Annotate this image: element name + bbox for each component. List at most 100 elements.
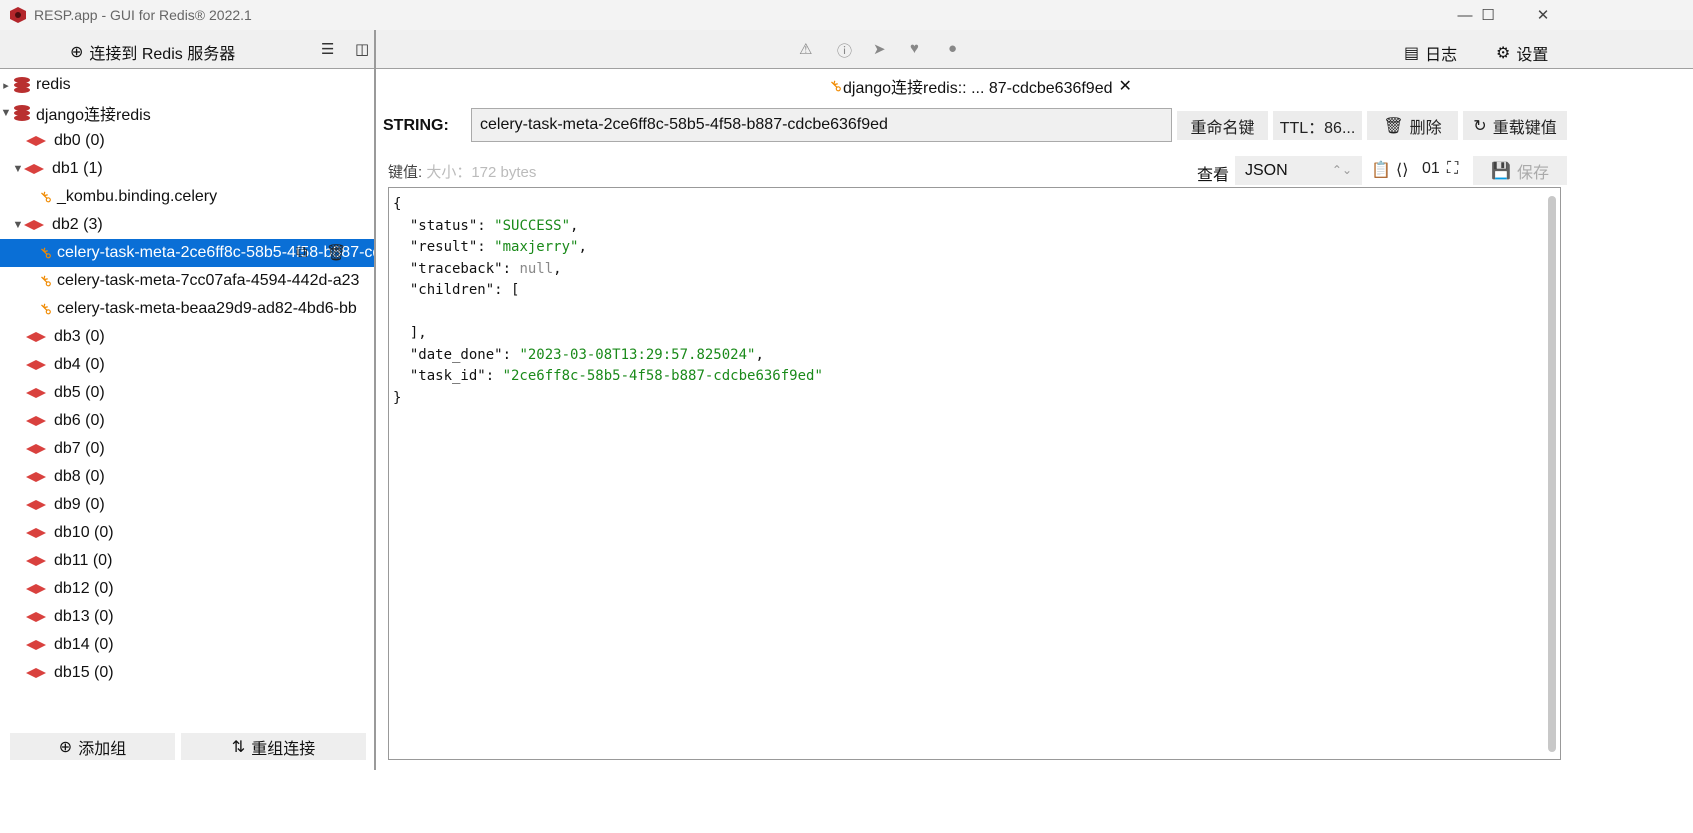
db-label: db2 (3) bbox=[52, 216, 103, 233]
database-icon bbox=[26, 584, 46, 594]
json-value: "2ce6ff8c-58b5-4f58-b887-cdcbe636f9ed" bbox=[502, 368, 823, 384]
copy-clipboard-icon[interactable]: 📋 bbox=[1371, 160, 1391, 180]
tree-key[interactable]: ⚷ _kombu.binding.celery bbox=[0, 183, 374, 211]
collapse-arrow-icon[interactable]: ▼ bbox=[12, 219, 24, 231]
json-line: "date_done": "2023-03-08T13:29:57.825024… bbox=[393, 345, 1560, 367]
db-label: db10 (0) bbox=[54, 524, 114, 541]
json-punct: , bbox=[570, 217, 579, 234]
window-title: RESP.app - GUI for Redis® 2022.1 bbox=[34, 7, 252, 23]
tree-db[interactable]: db5 (0) bbox=[0, 379, 374, 407]
db-label: db4 (0) bbox=[54, 356, 105, 373]
key-icon: ⚷ bbox=[35, 299, 56, 320]
db-label: db1 (1) bbox=[52, 160, 103, 177]
json-line: "task_id": "2ce6ff8c-58b5-4f58-b887-cdcb… bbox=[393, 366, 1560, 388]
database-icon bbox=[26, 472, 46, 482]
tree-db[interactable]: ▼ db1 (1) bbox=[0, 155, 374, 183]
value-editor[interactable]: { "status": "SUCCESS", "result": "maxjer… bbox=[388, 187, 1561, 760]
tree-db[interactable]: db13 (0) bbox=[0, 603, 374, 631]
tab-key[interactable]: ⚷ django连接redis:: ... 87-cdcbe636f9ed ✕ bbox=[826, 74, 1132, 98]
tree-db[interactable]: db3 (0) bbox=[0, 323, 374, 351]
tree-db[interactable]: db6 (0) bbox=[0, 407, 374, 435]
app-logo-icon bbox=[10, 7, 26, 23]
chevron-updown-icon: ⌃⌄ bbox=[1331, 163, 1352, 177]
json-line bbox=[393, 302, 1560, 324]
maximize-button[interactable]: ☐ bbox=[1463, 0, 1513, 30]
connect-label: 连接到 Redis 服务器 bbox=[89, 46, 236, 63]
tree-db[interactable]: db9 (0) bbox=[0, 491, 374, 519]
key-icon: ⚷ bbox=[35, 271, 56, 292]
close-button[interactable]: ✕ bbox=[1518, 0, 1568, 30]
tree-db[interactable]: db4 (0) bbox=[0, 351, 374, 379]
reload-label: 重载键值 bbox=[1492, 119, 1557, 137]
twitter-icon[interactable]: ♥ bbox=[910, 40, 919, 57]
connect-server-button[interactable]: ⊕ 连接到 Redis 服务器 bbox=[70, 40, 235, 64]
db-label: db14 (0) bbox=[54, 636, 114, 653]
tree-connection-django[interactable]: ▼ django连接redis bbox=[0, 99, 374, 127]
warning-icon[interactable]: ⚠ bbox=[799, 40, 812, 58]
trash-icon: 🗑 bbox=[1383, 117, 1404, 135]
save-label: 保存 bbox=[1516, 164, 1549, 182]
rename-key-button[interactable]: 重命名键 bbox=[1177, 111, 1268, 140]
expand-arrow-icon[interactable]: ▸ bbox=[0, 79, 12, 92]
json-line: "children": [ bbox=[393, 282, 520, 298]
tree-db[interactable]: ▼ db2 (3) bbox=[0, 211, 374, 239]
help-icon[interactable]: ⓘ bbox=[837, 40, 852, 61]
tree-key[interactable]: ⚷ celery-task-meta-7cc07afa-4594-442d-a23 bbox=[0, 267, 374, 295]
binary-file-icon[interactable]: 01 bbox=[1422, 160, 1440, 178]
tree-db[interactable]: db0 (0) bbox=[0, 127, 374, 155]
log-button[interactable]: ▤ 日志 bbox=[1404, 41, 1457, 65]
server-stack-icon bbox=[12, 76, 32, 94]
delete-button[interactable]: 🗑 删除 bbox=[1367, 111, 1458, 140]
json-key: "task_id": bbox=[393, 368, 503, 384]
tab-label: django连接redis:: ... 87-cdcbe636f9ed bbox=[843, 80, 1113, 97]
tree-db[interactable]: db11 (0) bbox=[0, 547, 374, 575]
db-label: db8 (0) bbox=[54, 468, 105, 485]
tree-key[interactable]: ⚷ celery-task-meta-beaa29d9-ad82-4bd6-bb bbox=[0, 295, 374, 323]
tree-connection-redis[interactable]: ▸ redis bbox=[0, 71, 374, 99]
code-file-icon[interactable]: ⟨⟩ bbox=[1396, 160, 1408, 180]
db-label: db15 (0) bbox=[54, 664, 114, 681]
database-icon bbox=[26, 444, 46, 454]
collapse-arrow-icon[interactable]: ▼ bbox=[0, 107, 12, 119]
list-icon[interactable]: ☰ bbox=[321, 40, 334, 58]
ttl-button[interactable]: TTL：86... bbox=[1273, 111, 1362, 140]
tree-db[interactable]: db15 (0) bbox=[0, 659, 374, 687]
json-line: ], bbox=[393, 325, 427, 341]
settings-button[interactable]: ⚙ 设置 bbox=[1496, 41, 1548, 65]
telegram-icon[interactable]: ➤ bbox=[873, 40, 886, 58]
connection-tree: ▸ redis ▼ django连接redis db0 (0) ▼ db1 (1) ⚷… bbox=[0, 71, 374, 687]
key-name-input[interactable] bbox=[471, 108, 1172, 142]
database-icon bbox=[26, 416, 46, 426]
tree-db[interactable]: db14 (0) bbox=[0, 631, 374, 659]
db-label: db3 (0) bbox=[54, 328, 105, 345]
view-as-label: 查看 bbox=[1197, 167, 1230, 184]
tree-key-selected[interactable]: ⚷ celery-task-meta-2ce6ff8c-58b5-4f58-b88… bbox=[0, 239, 374, 267]
save-button[interactable]: 💾 保存 bbox=[1473, 156, 1567, 185]
tree-db[interactable]: db10 (0) bbox=[0, 519, 374, 547]
save-icon: 💾 bbox=[1491, 162, 1511, 180]
view-mode-value: JSON bbox=[1245, 162, 1288, 179]
collapse-arrow-icon[interactable]: ▼ bbox=[12, 163, 24, 175]
github-icon[interactable]: ● bbox=[948, 40, 957, 57]
panel-toggle-icon[interactable]: ◫ bbox=[355, 40, 369, 58]
reload-button[interactable]: ↻ 重载键值 bbox=[1463, 111, 1567, 140]
db-label: db0 (0) bbox=[54, 132, 105, 149]
scrollbar[interactable] bbox=[1548, 196, 1556, 752]
view-mode-select[interactable]: JSON ⌃⌄ bbox=[1235, 156, 1362, 185]
json-line: { bbox=[393, 196, 402, 212]
clipboard-icon: ▤ bbox=[1404, 45, 1420, 62]
json-value: "SUCCESS" bbox=[494, 217, 571, 234]
trash-icon[interactable]: 🗑 bbox=[326, 243, 346, 263]
add-group-button[interactable]: ⊕ 添加组 bbox=[10, 733, 175, 760]
tree-db[interactable]: db7 (0) bbox=[0, 435, 374, 463]
close-tab-icon[interactable]: ✕ bbox=[1119, 76, 1132, 96]
database-icon bbox=[26, 136, 46, 146]
database-icon bbox=[26, 500, 46, 510]
tree-db[interactable]: db8 (0) bbox=[0, 463, 374, 491]
copy-icon[interactable]: ⧉ bbox=[296, 244, 307, 262]
tree-db[interactable]: db12 (0) bbox=[0, 575, 374, 603]
json-punct: , bbox=[553, 260, 562, 277]
key-label: celery-task-meta-beaa29d9-ad82-4bd6-bb bbox=[57, 300, 357, 317]
reorder-connections-button[interactable]: ⇅ 重组连接 bbox=[181, 733, 366, 760]
fullscreen-icon[interactable]: ⛶ bbox=[1447, 160, 1458, 178]
